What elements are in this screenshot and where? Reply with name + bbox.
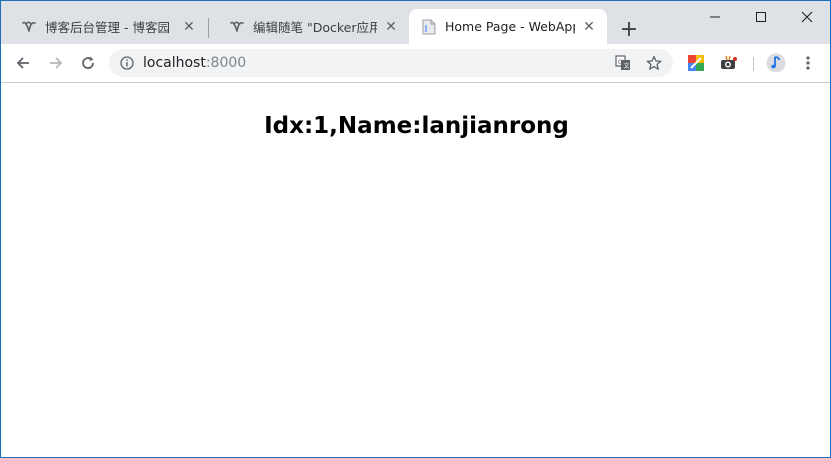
menu-kebab-icon[interactable] [799,54,817,72]
minimize-icon [710,16,720,18]
svg-text:G: G [618,59,623,66]
reload-button[interactable] [74,49,102,77]
close-icon[interactable]: ✕ [581,19,597,35]
close-window-icon [801,11,813,23]
browser-toolbar: localhost:8000 G 文 [1,44,830,83]
browser-window: 博客后台管理 - 博客园 ✕ 编辑随笔 "Docker应用： ✕ Home Pa [0,0,831,458]
svg-text:文: 文 [624,62,630,70]
extension-colorful-icon[interactable] [687,54,705,72]
page-heading: Idx:1,Name:lanjianrong [264,113,569,139]
tab-blog-admin[interactable]: 博客后台管理 - 博客园 ✕ [1,9,207,44]
close-icon[interactable]: ✕ [383,19,399,35]
page-content: Idx:1,Name:lanjianrong [1,83,830,457]
url-host: localhost [143,55,206,71]
tab-title: Home Page - WebApp [445,19,575,34]
address-bar[interactable]: localhost:8000 G 文 [109,49,673,77]
reload-icon [82,56,94,69]
tab-strip: 博客后台管理 - 博客园 ✕ 编辑随笔 "Docker应用： ✕ Home Pa [1,1,830,44]
minimize-button[interactable] [692,1,738,33]
extension-camera-icon[interactable] [720,54,738,72]
page-icon [421,19,437,35]
new-tab-button[interactable]: + [615,15,643,43]
cnblogs-icon [21,19,37,35]
tab-home-page[interactable]: Home Page - WebApp ✕ [409,9,607,44]
window-close-button[interactable] [784,1,830,33]
tab-title: 博客后台管理 - 博客园 [45,20,170,35]
forward-arrow-icon [50,57,63,69]
url-port: :8000 [205,55,247,71]
toolbar-divider [753,57,754,71]
tab-title: 编辑随笔 "Docker应用： [253,20,377,35]
translate-icon[interactable]: G 文 [615,55,631,71]
close-icon[interactable]: ✕ [181,19,197,35]
bookmark-star-icon[interactable] [646,55,662,71]
cnblogs-icon [229,19,245,35]
url-text[interactable]: localhost:8000 [143,55,246,71]
tab-edit-post[interactable]: 编辑随笔 "Docker应用： ✕ [209,9,409,44]
maximize-button[interactable] [738,1,784,33]
back-button[interactable] [9,49,37,77]
maximize-icon [756,12,766,22]
back-arrow-icon [16,57,29,69]
info-icon[interactable] [119,55,135,71]
forward-button[interactable] [42,49,70,77]
profile-avatar-icon[interactable] [766,53,786,73]
